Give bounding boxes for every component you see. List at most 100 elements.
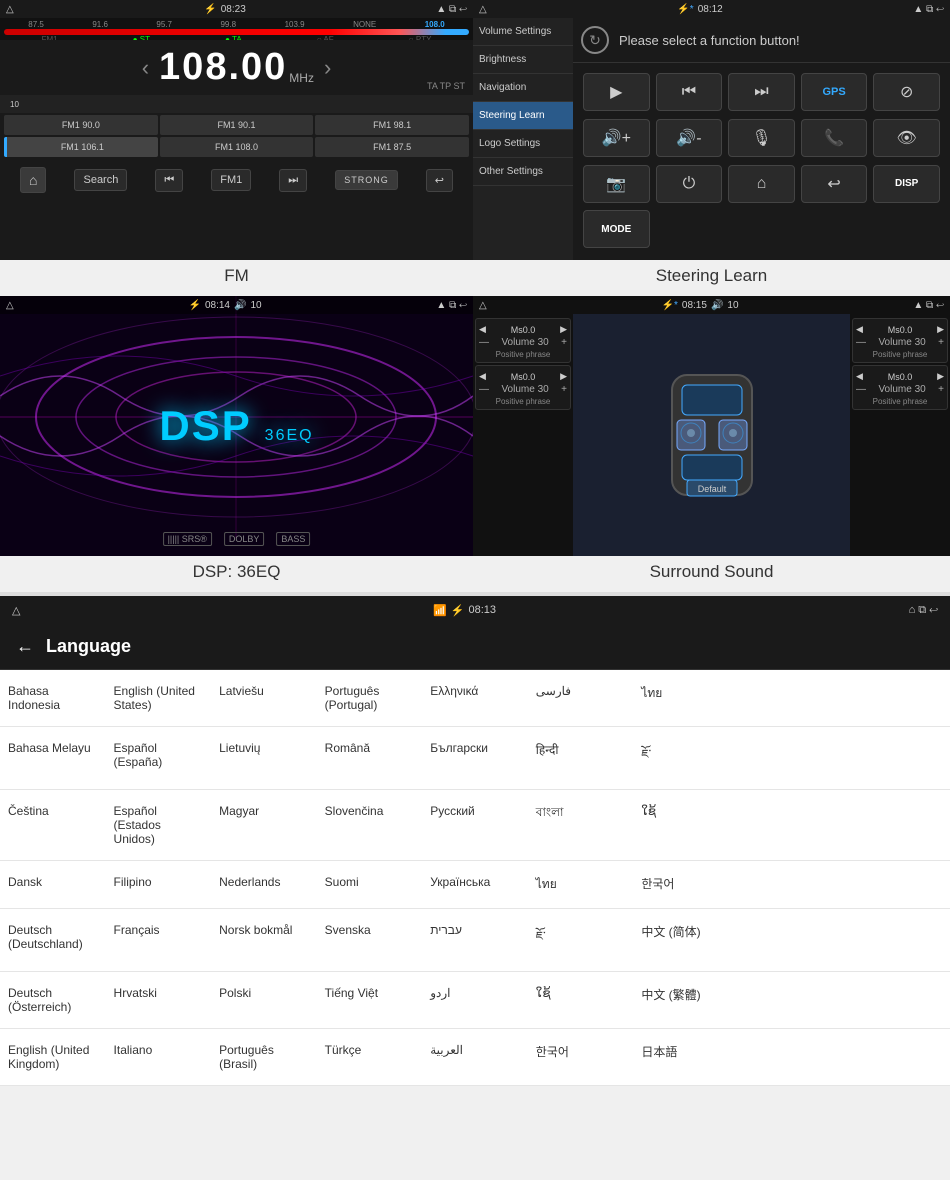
lang-back-button[interactable]: ←: [16, 636, 34, 657]
lang-urdu[interactable]: اردو: [422, 972, 528, 1029]
steer-mode-btn[interactable]: MODE: [583, 210, 650, 248]
fm-preset-1[interactable]: FM1 90.0: [4, 115, 158, 135]
lang-english-uk[interactable]: English (United Kingdom): [0, 1029, 106, 1086]
fm-next-arrow[interactable]: ›: [314, 55, 341, 81]
lang-lao[interactable]: ໃຊ້: [633, 790, 739, 861]
fm-preset-5[interactable]: FM1 108.0: [160, 137, 314, 157]
freq-scale: 87.5 91.6 95.7 99.8 103.9 NONE 108.0: [0, 18, 473, 29]
fm-strong-button[interactable]: STRONG: [335, 170, 398, 190]
menu-steering-learn[interactable]: Steering Learn: [473, 102, 573, 130]
lang-deutsch-de[interactable]: Deutsch (Deutschland): [0, 909, 106, 972]
lang-hebrew[interactable]: עברית: [422, 909, 528, 972]
steer-view-btn[interactable]: 👁: [873, 119, 940, 157]
lang-tibetan-2[interactable]: ཇོ་: [528, 909, 634, 972]
lang-russian[interactable]: Русский: [422, 790, 528, 861]
lang-norwegian[interactable]: Norsk bokmål: [211, 909, 317, 972]
steer-home-btn[interactable]: ⌂: [728, 165, 795, 203]
lang-espanol-spain[interactable]: Español (España): [106, 727, 212, 790]
steer-vol-up-btn[interactable]: 🔊+: [583, 119, 650, 157]
menu-brightness[interactable]: Brightness: [473, 46, 573, 74]
lang-espanol-us[interactable]: Español (Estados Unidos): [106, 790, 212, 861]
lang-turkish[interactable]: Türkçe: [317, 1029, 423, 1086]
lang-ukrainian[interactable]: Українська: [422, 861, 528, 909]
steer-no-btn[interactable]: ⊘: [873, 73, 940, 111]
lang-english-us[interactable]: English (United States): [106, 670, 212, 727]
lang-tibetan-1[interactable]: ཇོ་: [633, 727, 739, 790]
fm-prev-button[interactable]: ⏮: [155, 169, 183, 192]
lang-bahasa-indonesia[interactable]: Bahasa Indonesia: [0, 670, 106, 727]
lang-thai-2[interactable]: ไทย: [528, 861, 634, 909]
lang-lao-2[interactable]: ໃຊ້: [528, 972, 634, 1029]
lang-korean-1[interactable]: 한국어: [633, 861, 739, 909]
steer-power-btn[interactable]: ⏻: [656, 165, 723, 203]
lang-dutch[interactable]: Nederlands: [211, 861, 317, 909]
lang-korean-2[interactable]: 한국어: [528, 1029, 634, 1086]
lang-portuguese-portugal[interactable]: Português (Portugal): [317, 670, 423, 727]
knob-phrase-1: Positive phrase: [479, 350, 567, 359]
lang-slovak[interactable]: Slovenčina: [317, 790, 423, 861]
dsp-text-overlay: DSP 36EQ: [159, 402, 313, 450]
lang-czech[interactable]: Čeština: [0, 790, 106, 861]
steer-back-btn[interactable]: ↩: [801, 165, 868, 203]
lang-lithuanian[interactable]: Lietuvių: [211, 727, 317, 790]
lang-vietnamese[interactable]: Tiếng Việt: [317, 972, 423, 1029]
steer-prev-btn[interactable]: ⏮: [656, 73, 723, 111]
dsp-vol-num: 10: [250, 300, 261, 311]
svg-text:Default: Default: [697, 484, 726, 494]
lang-finnish[interactable]: Suomi: [317, 861, 423, 909]
steer-disp-btn[interactable]: DISP: [873, 165, 940, 203]
menu-navigation[interactable]: Navigation: [473, 74, 573, 102]
steer-camera-btn[interactable]: 📷: [583, 165, 650, 203]
fm-controls: ⌂ Search ⏮ FM1 ⏭ STRONG ↩: [0, 161, 473, 199]
lang-chinese-simplified[interactable]: 中文 (简体): [633, 909, 739, 972]
lang-bahasa-melayu[interactable]: Bahasa Melayu: [0, 727, 106, 790]
steer-vol-down-btn[interactable]: 🔊-: [656, 119, 723, 157]
lang-hungarian[interactable]: Magyar: [211, 790, 317, 861]
lang-bulgarian[interactable]: Български: [422, 727, 528, 790]
menu-logo-settings[interactable]: Logo Settings: [473, 130, 573, 158]
lang-japanese[interactable]: 日本語: [633, 1029, 739, 1086]
language-section: △ 📶 ⚡ 08:13 ⌂ ⧉ ↩ ← Language Bahasa Indo…: [0, 596, 950, 1086]
steer-next-btn[interactable]: ⏭: [728, 73, 795, 111]
lang-portuguese-brazil[interactable]: Português (Brasil): [211, 1029, 317, 1086]
steer-play-btn[interactable]: ▶: [583, 73, 650, 111]
lang-thai-1[interactable]: ไทย: [633, 670, 739, 727]
lang-polish[interactable]: Polski: [211, 972, 317, 1029]
lang-hindi[interactable]: हिन्दी: [528, 727, 634, 790]
fm-next-button[interactable]: ⏭: [279, 169, 307, 192]
fm-preset-3[interactable]: FM1 98.1: [315, 115, 469, 135]
fm-search-button[interactable]: Search: [74, 169, 127, 191]
fm-back-button[interactable]: ↩: [426, 169, 453, 192]
steering-title: Please select a function button!: [619, 33, 800, 48]
lang-chinese-traditional[interactable]: 中文 (繁體): [633, 972, 739, 1029]
lang-greek[interactable]: Ελληνικά: [422, 670, 528, 727]
fm-preset-6[interactable]: FM1 87.5: [315, 137, 469, 157]
steer-call-btn[interactable]: 📞: [801, 119, 868, 157]
fm-prev-arrow[interactable]: ‹: [132, 55, 159, 81]
steer-gps-btn[interactable]: GPS: [801, 73, 868, 111]
lang-arabic[interactable]: العربية: [422, 1029, 528, 1086]
lang-italian[interactable]: Italiano: [106, 1029, 212, 1086]
lang-bengali[interactable]: বাংলা: [528, 790, 634, 861]
fm-preset-2[interactable]: FM1 90.1: [160, 115, 314, 135]
lang-time: 08:13: [468, 604, 496, 616]
menu-other-settings[interactable]: Other Settings: [473, 158, 573, 186]
lang-deutsch-at[interactable]: Deutsch (Österreich): [0, 972, 106, 1029]
lang-farsi[interactable]: فارسی: [528, 670, 634, 727]
lang-danish[interactable]: Dansk: [0, 861, 106, 909]
fm-preset-4[interactable]: FM1 106.1: [4, 137, 158, 157]
steer-mic-btn[interactable]: 🎙: [728, 119, 795, 157]
freq-103: 103.9: [285, 20, 305, 29]
lang-french[interactable]: Français: [106, 909, 212, 972]
lang-latviesu[interactable]: Latviešu: [211, 670, 317, 727]
lang-croatian[interactable]: Hrvatski: [106, 972, 212, 1029]
lang-swedish[interactable]: Svenska: [317, 909, 423, 972]
steering-refresh-icon[interactable]: ↻: [581, 26, 609, 54]
lang-romanian[interactable]: Română: [317, 727, 423, 790]
lang-status-bar: △ 📶 ⚡ 08:13 ⌂ ⧉ ↩: [0, 596, 950, 624]
lang-filipino[interactable]: Filipino: [106, 861, 212, 909]
steering-buttons-grid: ▶ ⏮ ⏭ GPS ⊘ 🔊+ 🔊- 🎙 📞 👁 📷 ⏻: [573, 63, 950, 260]
surround-center: Default: [573, 314, 850, 556]
fm-home-button[interactable]: ⌂: [20, 167, 46, 193]
menu-volume-settings[interactable]: Volume Settings: [473, 18, 573, 46]
